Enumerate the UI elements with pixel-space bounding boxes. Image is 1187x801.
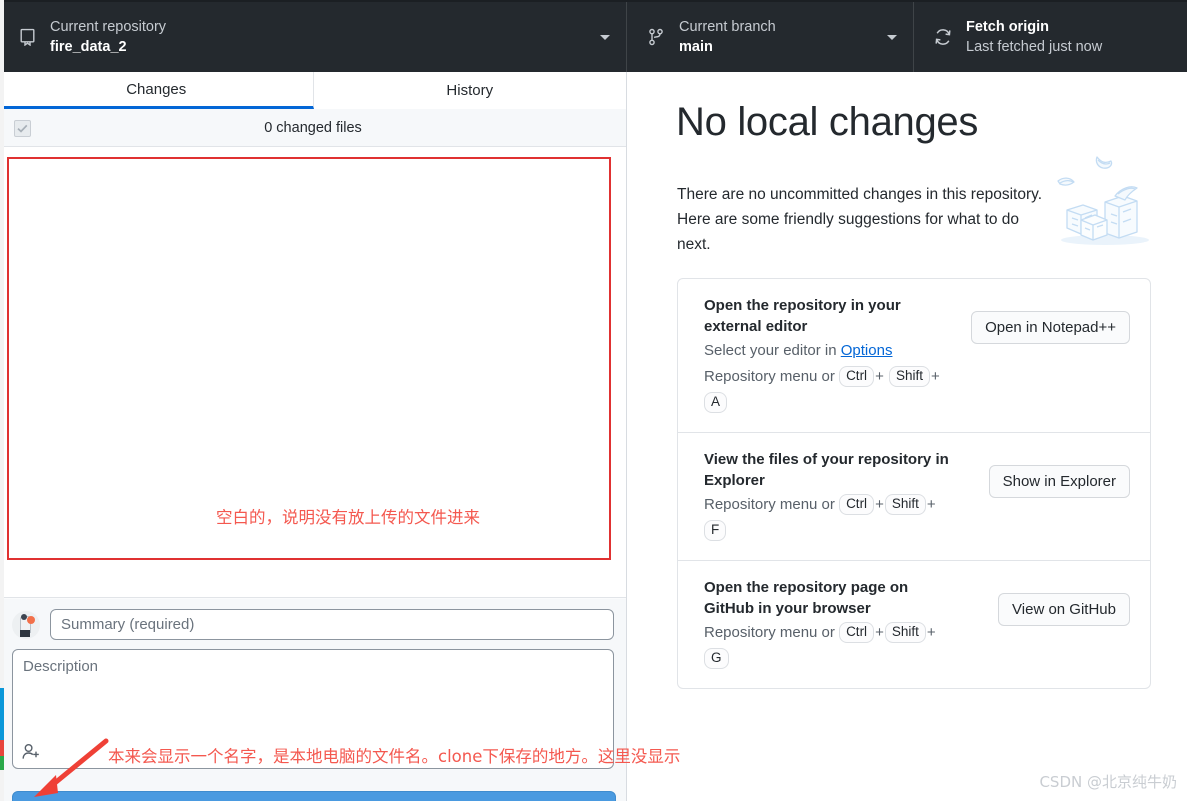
suggestion-subtext: Select your editor in Options Repository… [704, 338, 957, 416]
kbd-letter: F [704, 520, 727, 541]
suggestion-view-files-explorer: View the files of your repository in Exp… [678, 433, 1150, 561]
kbd-shift: Shift [884, 622, 926, 643]
suggestion-action: Show in Explorer [988, 449, 1130, 498]
tab-history-label: History [446, 82, 494, 99]
suggestion-action: Open in Notepad++ [971, 295, 1130, 344]
left-changes-pane: Changes History 0 changed files 空白的，说明没有… [0, 72, 627, 801]
changed-files-count: 0 changed files [264, 119, 362, 136]
suggestion-menu-text: Repository menu or [704, 624, 840, 641]
tab-changes[interactable]: Changes [0, 72, 314, 109]
suggestion-title: Open the repository page on GitHub in yo… [704, 579, 909, 617]
annotation-empty-note: 空白的，说明没有放上传的文件进来 [216, 508, 480, 527]
kbd-plus: + [926, 496, 936, 513]
pane-tabs: Changes History [0, 72, 626, 109]
kbd-plus: + [875, 368, 884, 385]
changed-files-list[interactable]: 空白的，说明没有放上传的文件进来 [0, 147, 626, 598]
select-all-checkbox[interactable] [14, 119, 31, 137]
suggestion-title: View the files of your repository in Exp… [704, 451, 949, 489]
kbd-ctrl: Ctrl [839, 366, 875, 387]
avatar-badge-dot [27, 615, 35, 624]
strip-segment-red [0, 740, 4, 756]
fetch-origin-subtitle: Last fetched just now [966, 39, 1103, 55]
suggestion-subtext: Repository menu or Ctrl + Shift + F [704, 492, 959, 544]
changed-files-header: 0 changed files [0, 109, 626, 147]
branch-selector-text: Current branch main [679, 18, 776, 56]
kbd-shift: Shift [889, 366, 931, 387]
kbd-letter: G [704, 648, 729, 669]
kbd-plus: + [931, 368, 940, 385]
chevron-down-icon[interactable] [600, 35, 610, 40]
suggestion-title: Open the repository in your external edi… [704, 297, 901, 335]
repo-selector-text: Current repository fire_data_2 [50, 18, 166, 56]
repo-book-icon [16, 28, 38, 46]
kbd-plus: + [875, 496, 884, 513]
suggestion-body: Open the repository page on GitHub in yo… [704, 577, 998, 672]
kbd-ctrl: Ctrl [839, 494, 875, 515]
kbd-plus: + [926, 624, 936, 641]
strip-segment-grey [0, 770, 4, 801]
page-title: No local changes [676, 100, 979, 144]
suggestion-body: Open the repository in your external edi… [704, 295, 971, 416]
boxes-papers-illustration [1045, 144, 1165, 249]
git-branch-icon [645, 28, 667, 46]
right-blank-slate-pane: No local changes There are no uncommitte… [628, 72, 1187, 801]
avatar-legs [20, 629, 30, 637]
tab-history[interactable]: History [313, 72, 626, 109]
kbd-ctrl: Ctrl [839, 622, 875, 643]
strip-segment-green [0, 756, 4, 770]
blank-slate-description: There are no uncommitted changes in this… [677, 186, 1043, 253]
suggestion-menu-text: Repository menu or [704, 496, 840, 513]
annotation-red-box [7, 157, 611, 560]
suggestion-body: View the files of your repository in Exp… [704, 449, 989, 544]
repo-selector-label: Current repository [50, 18, 167, 35]
csdn-watermark: CSDN @北京纯牛奶 [1039, 773, 1177, 791]
suggestions-card-list: Open the repository in your external edi… [677, 278, 1151, 689]
view-on-github-button[interactable]: View on GitHub [998, 593, 1130, 626]
fetch-origin-title: Fetch origin [966, 18, 1049, 35]
branch-selector-label: Current branch [679, 18, 776, 35]
kbd-plus: + [875, 624, 884, 641]
red-arrow-down-left-icon [24, 735, 114, 801]
chevron-down-icon[interactable] [887, 35, 897, 40]
tab-changes-label: Changes [126, 80, 187, 98]
suggestion-action: View on GitHub [998, 577, 1130, 626]
fetch-origin-button[interactable]: Fetch origin Last fetched just now [914, 2, 1187, 72]
suggestion-sub-prefix: Select your editor in [704, 342, 841, 359]
suggestion-open-external-editor: Open the repository in your external edi… [678, 279, 1150, 433]
options-link[interactable]: Options [841, 342, 893, 359]
avatar [12, 610, 40, 639]
commit-summary-row [12, 609, 614, 640]
current-branch-selector[interactable]: Current branch main [627, 2, 914, 72]
branch-selector-value: main [679, 39, 713, 55]
kbd-shift: Shift [884, 494, 926, 515]
app-toolbar: Current repository fire_data_2 Current b… [0, 0, 1187, 72]
suggestion-open-on-github: Open the repository page on GitHub in yo… [678, 561, 1150, 688]
fetch-origin-text: Fetch origin Last fetched just now [966, 18, 1102, 56]
github-desktop-window: Current repository fire_data_2 Current b… [0, 0, 1187, 801]
suggestion-subtext: Repository menu or Ctrl + Shift + G [704, 620, 959, 672]
current-repository-selector[interactable]: Current repository fire_data_2 [0, 2, 627, 72]
kbd-letter: A [704, 392, 728, 413]
annotation-bottom-note: 本来会显示一个名字，是本地电脑的文件名。clone下保存的地方。这里没显示 [108, 747, 681, 766]
strip-segment-blue [0, 688, 4, 740]
os-taskbar-edge-strip [0, 0, 4, 801]
sync-refresh-icon [932, 27, 954, 47]
open-in-notepadpp-button[interactable]: Open in Notepad++ [971, 311, 1130, 344]
repo-selector-value: fire_data_2 [50, 39, 127, 55]
commit-summary-input[interactable] [50, 609, 614, 640]
show-in-explorer-button[interactable]: Show in Explorer [988, 465, 1130, 498]
suggestion-menu-text: Repository menu or [704, 368, 840, 385]
